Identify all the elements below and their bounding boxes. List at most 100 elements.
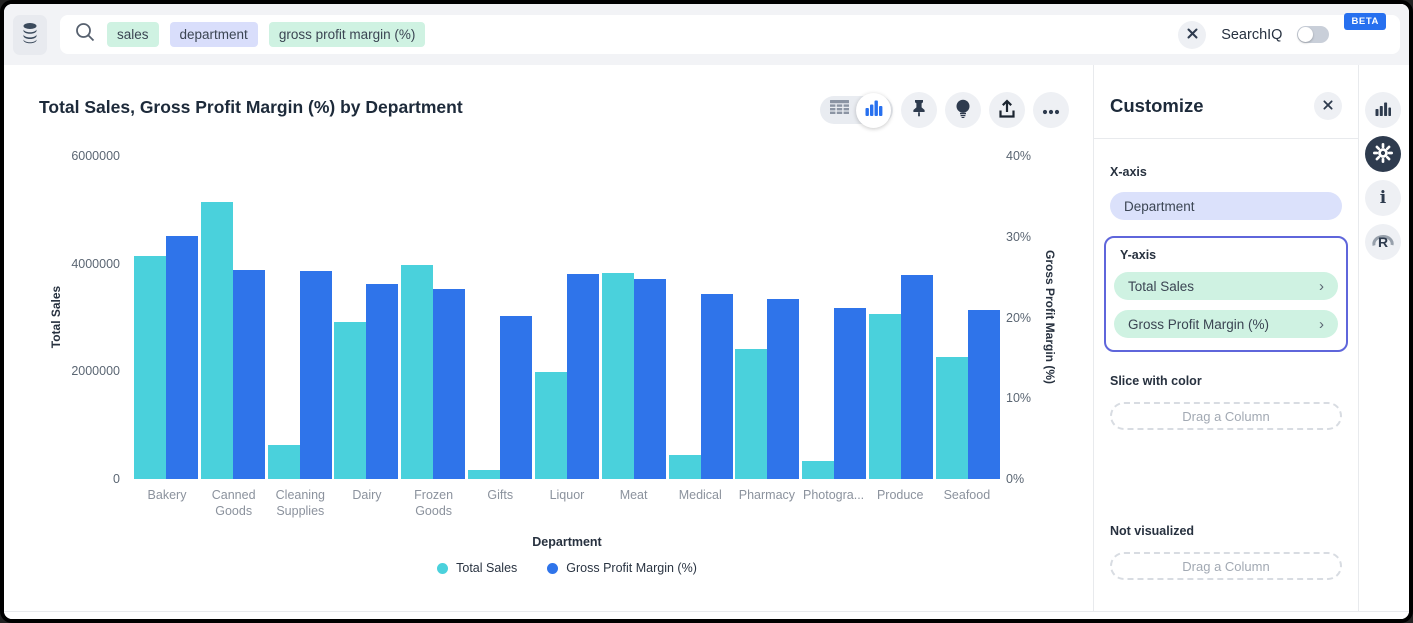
bar-total-sales[interactable] (468, 470, 500, 479)
axis-tick-label: 2000000 (4, 364, 120, 378)
chevron-right-icon[interactable]: › (1319, 279, 1324, 294)
chart-type-icon (1375, 102, 1391, 119)
pill-label: Total Sales (1128, 279, 1194, 294)
legend-dot-blue (547, 563, 558, 574)
right-icon-strip: i R (1359, 65, 1407, 611)
bar-gross-profit-margin[interactable] (834, 308, 866, 479)
pin-icon (910, 99, 928, 121)
insights-button[interactable] (945, 92, 981, 128)
x-axis-column-pill[interactable]: Department (1110, 192, 1342, 220)
legend-item-total-sales[interactable]: Total Sales (437, 561, 517, 575)
axis-tick-label: 0 (4, 472, 120, 486)
customize-close-button[interactable] (1314, 92, 1342, 120)
axis-tick-label: 30% (1006, 230, 1062, 244)
table-view-icon[interactable] (830, 100, 849, 120)
bar-total-sales[interactable] (334, 322, 366, 479)
data-source-button[interactable] (13, 15, 47, 55)
bar-total-sales[interactable] (735, 349, 767, 479)
share-icon (998, 99, 1016, 121)
axis-tick-label: 10% (1006, 391, 1062, 405)
bar-group (134, 236, 198, 479)
more-options-icon (1042, 103, 1060, 118)
info-button[interactable]: i (1365, 180, 1401, 216)
y-axis-column-pill-total-sales[interactable]: Total Sales › (1114, 272, 1338, 300)
main-content: Total Sales, Gross Profit Margin (%) by … (4, 65, 1409, 611)
chart-legend: Total Sales Gross Profit Margin (%) (134, 561, 1000, 575)
r-analysis-icon: R (1371, 232, 1395, 252)
close-icon (1323, 99, 1333, 113)
search-token[interactable]: sales (107, 22, 159, 47)
x-axis-category-label: Dairy (334, 487, 400, 520)
pin-button[interactable] (901, 92, 937, 128)
x-axis-category-label: Canned Goods (201, 487, 267, 520)
bar-total-sales[interactable] (669, 455, 701, 479)
pill-label: Gross Profit Margin (%) (1128, 317, 1269, 332)
chart-title: Total Sales, Gross Profit Margin (%) by … (39, 97, 463, 118)
searchiq-toggle[interactable] (1297, 26, 1329, 43)
y-axis-highlight-box: Y-axis Total Sales › Gross Profit Margin… (1104, 236, 1348, 352)
customize-header: Customize (1094, 65, 1358, 139)
clear-search-button[interactable] (1178, 21, 1206, 49)
y-axis-column-pill-gross-profit-margin[interactable]: Gross Profit Margin (%) › (1114, 310, 1338, 338)
bar-gross-profit-margin[interactable] (166, 236, 198, 479)
bar-total-sales[interactable] (268, 445, 300, 479)
legend-item-gross-profit-margin[interactable]: Gross Profit Margin (%) (547, 561, 697, 575)
axis-tick-label: 0% (1006, 472, 1062, 486)
bar-group (602, 273, 666, 479)
x-axis-section-label: X-axis (1110, 165, 1342, 179)
bar-total-sales[interactable] (134, 256, 166, 479)
bar-total-sales[interactable] (401, 265, 433, 479)
search-token[interactable]: department (170, 22, 258, 47)
chart-toolbar (820, 92, 1069, 128)
configure-gear-button[interactable] (1365, 136, 1401, 172)
bar-gross-profit-margin[interactable] (366, 284, 398, 479)
bar-group (401, 265, 465, 479)
bar-gross-profit-margin[interactable] (300, 271, 332, 479)
chevron-right-icon[interactable]: › (1319, 317, 1324, 332)
chart-type-button[interactable] (1365, 92, 1401, 128)
bar-total-sales[interactable] (869, 314, 901, 479)
plot-groups (134, 156, 1000, 479)
not-visualized-drop-zone[interactable]: Drag a Column (1110, 552, 1342, 580)
bar-group (535, 274, 599, 479)
chart-view-selected[interactable] (856, 93, 891, 128)
bar-total-sales[interactable] (802, 461, 834, 479)
top-search-bar: sales department gross profit margin (%)… (4, 4, 1409, 65)
axis-tick-label: 6000000 (4, 149, 120, 163)
bar-gross-profit-margin[interactable] (500, 316, 532, 479)
bar-total-sales[interactable] (936, 357, 968, 479)
bar-gross-profit-margin[interactable] (233, 270, 265, 479)
chart-card: Total Sales, Gross Profit Margin (%) by … (4, 65, 1094, 611)
configure-gear-icon (1373, 143, 1393, 166)
legend-label: Total Sales (456, 561, 517, 575)
x-axis-title: Department (134, 535, 1000, 549)
bar-gross-profit-margin[interactable] (901, 275, 933, 479)
search-token[interactable]: gross profit margin (%) (269, 22, 426, 47)
r-analysis-button[interactable]: R (1365, 224, 1401, 260)
bar-gross-profit-margin[interactable] (701, 294, 733, 479)
view-toggle[interactable] (820, 96, 893, 124)
chart-view-icon (865, 100, 883, 121)
bar-group (468, 316, 532, 479)
bar-gross-profit-margin[interactable] (634, 279, 666, 479)
bar-total-sales[interactable] (201, 202, 233, 479)
toggle-knob (1298, 27, 1313, 42)
bar-gross-profit-margin[interactable] (567, 274, 599, 479)
more-options-button[interactable] (1033, 92, 1069, 128)
x-axis-category-label: Gifts (467, 487, 533, 520)
x-axis-category-label: Produce (867, 487, 933, 520)
slice-drop-zone[interactable]: Drag a Column (1110, 402, 1342, 430)
y-axis-section-label: Y-axis (1112, 248, 1340, 262)
bar-gross-profit-margin[interactable] (433, 289, 465, 479)
close-icon (1187, 28, 1198, 42)
share-button[interactable] (989, 92, 1025, 128)
bar-gross-profit-margin[interactable] (968, 310, 1000, 479)
customize-panel: Customize X-axis Department Y-axis (1094, 65, 1359, 611)
info-icon: i (1380, 188, 1386, 208)
x-axis-category-label: Photogra... (801, 487, 867, 520)
search-input[interactable]: sales department gross profit margin (%)… (60, 15, 1400, 54)
bar-total-sales[interactable] (602, 273, 634, 479)
bar-total-sales[interactable] (535, 372, 567, 479)
bar-group (936, 310, 1000, 479)
bar-gross-profit-margin[interactable] (767, 299, 799, 479)
